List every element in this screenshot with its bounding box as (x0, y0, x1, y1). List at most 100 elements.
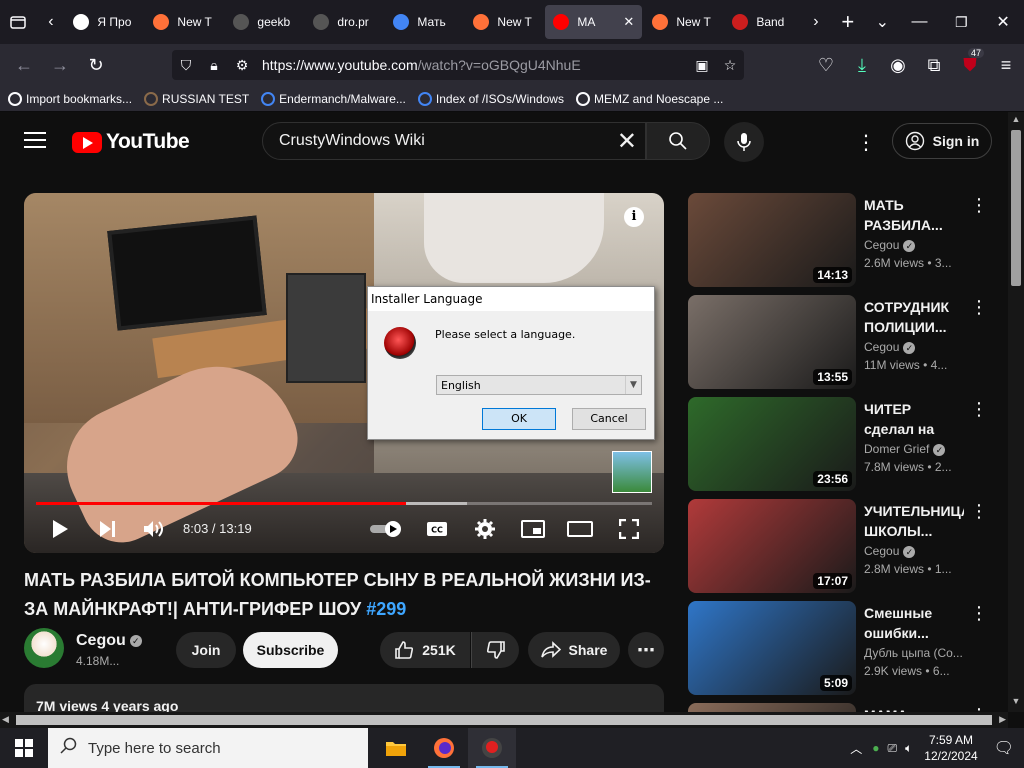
more-actions-icon[interactable]: ⋯ (628, 632, 664, 668)
video-thumbnail[interactable]: 23:56 (688, 397, 856, 491)
progress-bar[interactable] (36, 502, 652, 505)
network-icon[interactable]: ⎚ (883, 741, 901, 756)
like-button[interactable]: 251K (380, 632, 470, 668)
dropdown-arrow-icon[interactable]: ▼ (625, 376, 641, 394)
browser-tab[interactable]: geekb (225, 5, 303, 39)
new-tab-icon[interactable]: + (830, 0, 866, 44)
scrollbar-thumb[interactable] (1011, 130, 1021, 286)
bookmark-item[interactable]: Import bookmarks... (8, 91, 132, 106)
firefox-taskbar-icon[interactable] (420, 728, 468, 768)
youtube-logo[interactable]: YouTube (72, 130, 190, 154)
more-options-icon[interactable]: ⋮ (970, 297, 988, 318)
fullscreen-icon[interactable] (614, 511, 644, 547)
voice-search-button[interactable] (724, 122, 764, 162)
channel-watermark[interactable] (612, 451, 652, 493)
vertical-scrollbar[interactable]: ▲ ▼ (1008, 112, 1024, 712)
share-button[interactable]: Share (528, 632, 620, 668)
permissions-icon[interactable]: ⚙︎ (228, 57, 256, 74)
video-thumbnail[interactable]: 14:13 (688, 193, 856, 287)
restore-icon[interactable]: ❐ (940, 0, 982, 44)
installer-taskbar-icon[interactable] (468, 728, 516, 768)
browser-tab[interactable]: New T (145, 5, 223, 39)
taskbar-search-input[interactable]: Type here to search (48, 728, 368, 768)
browser-tab[interactable]: Я Про (65, 5, 143, 39)
settings-gear-icon[interactable] (470, 511, 500, 547)
downloads-icon[interactable]: ⤓ (844, 44, 880, 86)
browser-tab[interactable]: Band (724, 5, 802, 39)
play-icon[interactable] (46, 511, 74, 547)
more-options-icon[interactable]: ⋮ (970, 195, 988, 216)
extensions-icon[interactable]: ⧉ (916, 44, 952, 86)
recommended-video[interactable]: 23:56 ЧИТЕР сделал на меня... Domer Grief✓… (688, 397, 998, 491)
browser-tab[interactable]: New T (465, 5, 543, 39)
scroll-tabs-right-icon[interactable]: › (802, 0, 829, 44)
browser-tab[interactable]: Мать (385, 5, 463, 39)
file-explorer-icon[interactable] (372, 728, 420, 768)
account-icon[interactable]: ◉ (880, 44, 916, 86)
scroll-up-icon[interactable]: ▲ (1008, 114, 1024, 128)
minimize-icon[interactable]: — (899, 0, 941, 44)
recommended-title[interactable]: Смешные ошибки... (864, 603, 964, 643)
menu-icon[interactable]: ≡ (988, 44, 1024, 86)
recommended-title[interactable]: УЧИТЕЛЬНИЦА ШКОЛЫ... (864, 501, 964, 541)
browser-tab[interactable]: New T (644, 5, 722, 39)
horizontal-scrollbar-thumb[interactable] (16, 715, 992, 725)
horizontal-scrollbar[interactable]: ◀ ▶ (0, 712, 1008, 728)
next-icon[interactable] (94, 511, 122, 547)
recommended-title[interactable]: МАТЬ РАЗБИЛА... (864, 195, 964, 235)
recommended-channel[interactable]: Дубль цыпа (Со... (864, 646, 963, 660)
show-hidden-icons-icon[interactable]: ︿ (844, 740, 868, 757)
search-input[interactable]: CrustyWindows Wiki ✕ (262, 122, 646, 160)
guide-menu-icon[interactable] (24, 132, 46, 148)
notifications-icon[interactable]: 🗨︎ (986, 738, 1024, 758)
address-bar[interactable]: ⛉ 🔒︎ ⚙︎ https://www.youtube.com/watch?v=… (172, 50, 744, 80)
start-button[interactable] (0, 728, 48, 768)
dialog-close-button[interactable] (624, 287, 654, 311)
recommended-video[interactable]: 5:09 Смешные ошибки... Дубль цыпа (Со... 2.… (688, 601, 998, 695)
recommended-video[interactable]: 14:13 МАТЬ РАЗБИЛА... Cegou ✓ 2.6M views • 3… (688, 193, 998, 287)
ublock-icon[interactable]: ⛊ 47 (952, 44, 988, 86)
recommended-title[interactable]: СОТРУДНИК ПОЛИЦИИ... (864, 297, 964, 337)
more-options-icon[interactable]: ⋮ (970, 501, 988, 522)
miniplayer-icon[interactable] (518, 511, 548, 547)
url-text[interactable]: https://www.youtube.com/watch?v=oGBQgU4N… (256, 57, 688, 73)
recommended-video[interactable]: 13:55 СОТРУДНИК ПОЛИЦИИ... Cegou ✓ 11M views… (688, 295, 998, 389)
chevron-down-icon[interactable]: ⌄ (866, 0, 899, 44)
sign-in-button[interactable]: Sign in (892, 123, 992, 159)
scroll-tabs-left-icon[interactable]: ‹ (36, 0, 65, 44)
scroll-right-icon[interactable]: ▶ (999, 714, 1006, 725)
subtitles-icon[interactable]: CC (422, 511, 452, 547)
reload-icon[interactable]: ↻ (78, 44, 114, 86)
forward-icon[interactable]: → (42, 44, 78, 86)
user-status-icon[interactable]: ● (868, 741, 883, 755)
language-select[interactable]: English ▼ (436, 375, 642, 395)
video-thumbnail[interactable]: 17:07 (688, 499, 856, 593)
subscribe-button[interactable]: Subscribe (243, 632, 338, 668)
recommended-video[interactable]: 17:07 УЧИТЕЛЬНИЦА ШКОЛЫ... Cegou ✓ 2.8M view… (688, 499, 998, 593)
join-button[interactable]: Join (176, 632, 236, 668)
channel-name[interactable]: Cegou ✓ (76, 632, 142, 650)
bookmark-star-icon[interactable]: ☆ (716, 57, 744, 74)
bookmark-item[interactable]: MEMZ and Noescape ... (575, 91, 723, 106)
volume-icon[interactable] (140, 511, 168, 547)
clear-search-icon[interactable]: ✕ (617, 127, 637, 156)
bookmark-item[interactable]: Endermanch/Malware... (261, 91, 406, 106)
ok-button[interactable]: OK (482, 408, 556, 430)
close-tab-icon[interactable]: ✕ (623, 14, 634, 30)
video-thumbnail[interactable]: 13:55 (688, 295, 856, 389)
scroll-down-icon[interactable]: ▼ (1008, 696, 1024, 710)
hashtag-link[interactable]: #299 (366, 599, 406, 619)
shield-icon[interactable]: ⛉ (172, 57, 200, 74)
browser-tab[interactable]: dro.pr (305, 5, 383, 39)
autoplay-toggle-icon[interactable] (368, 511, 404, 547)
back-icon[interactable]: ← (6, 44, 42, 86)
close-window-icon[interactable]: ✕ (982, 0, 1024, 44)
cancel-button[interactable]: Cancel (572, 408, 646, 430)
pocket-icon[interactable]: ♡ (808, 44, 844, 86)
more-options-icon[interactable]: ⋮ (970, 399, 988, 420)
recommended-channel[interactable]: Cegou ✓ (864, 340, 916, 354)
recommended-channel[interactable]: Cegou ✓ (864, 238, 916, 252)
volume-tray-icon[interactable]: 🔈︎ (901, 741, 916, 756)
dislike-button[interactable] (471, 632, 519, 668)
search-button[interactable] (646, 122, 710, 160)
